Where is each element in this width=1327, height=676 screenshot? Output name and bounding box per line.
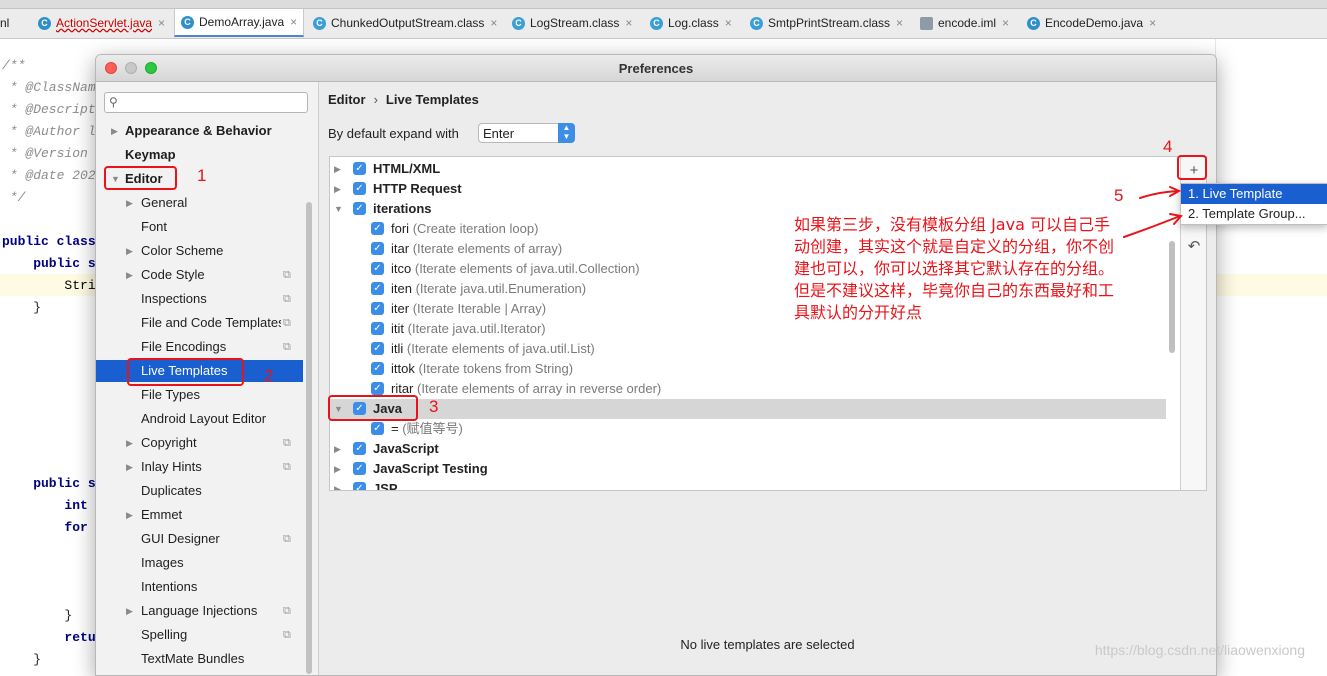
annotation-note: 如果第三步，没有模板分组 Java 可以自己手动创建，其实这个就是自定义的分组，…	[794, 215, 1115, 322]
arrow-to-template-group	[1123, 215, 1181, 238]
watermark: https://blog.csdn.net/liaowenxiong	[1094, 642, 1305, 658]
annotation-arrows	[1123, 186, 1183, 238]
